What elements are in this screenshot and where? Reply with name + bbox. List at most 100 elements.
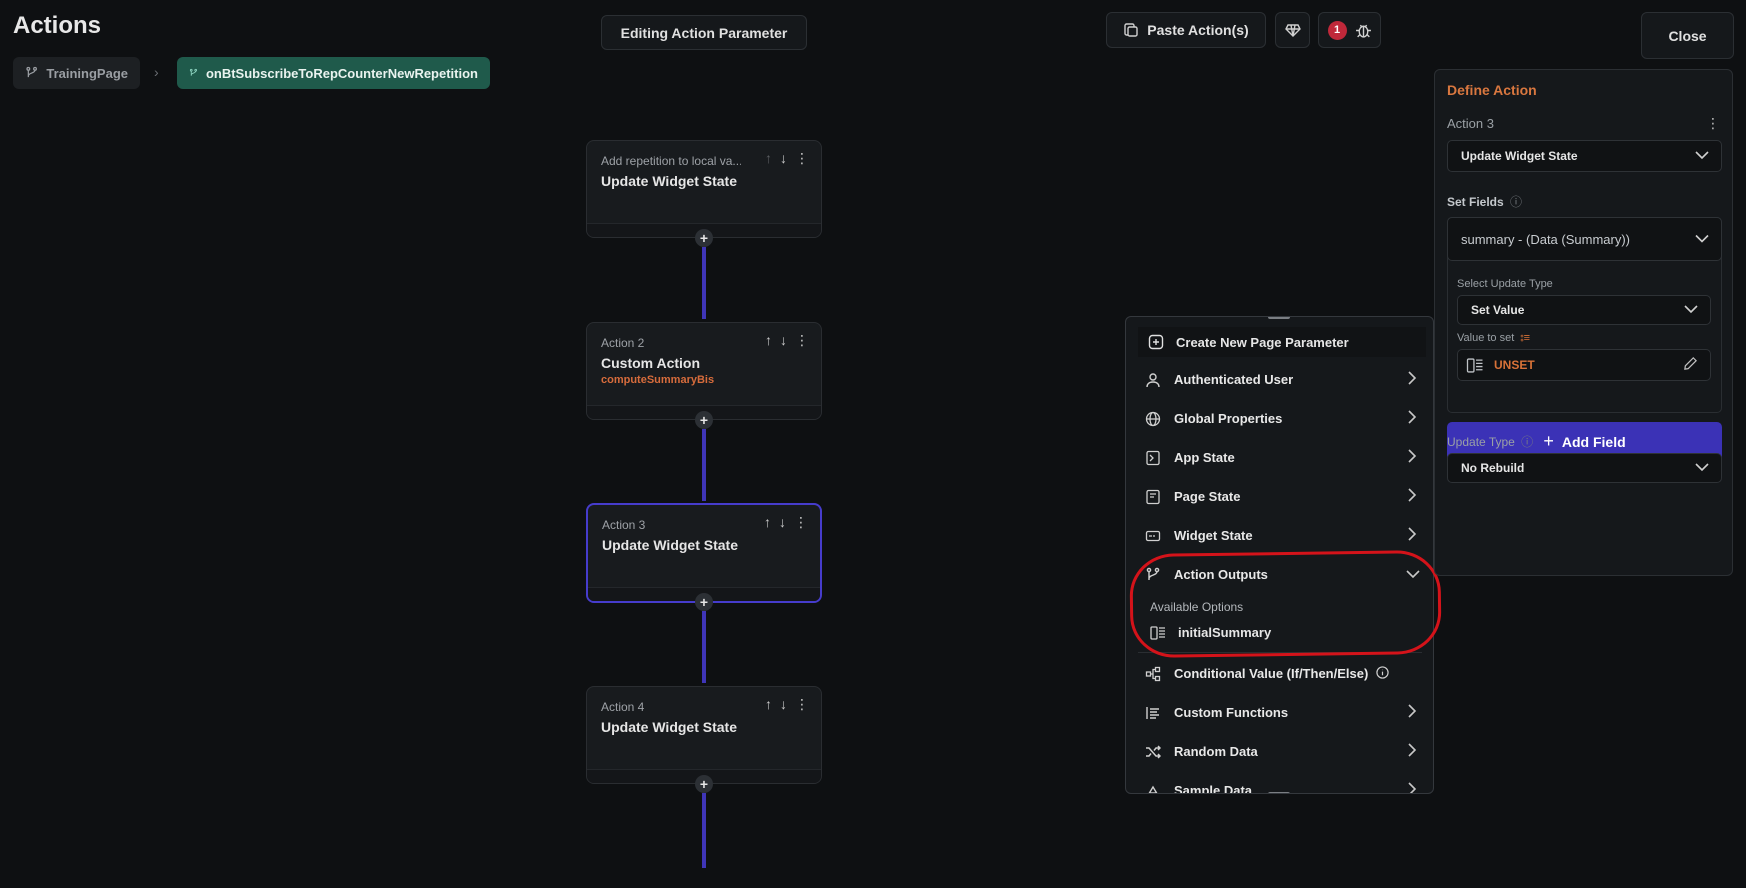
flow-connector (702, 429, 706, 501)
action-name: Action 3 (1447, 116, 1494, 131)
action-card-label: Action 3 (602, 518, 646, 532)
action-card-label: Add repetition to local va... (601, 154, 741, 168)
value-to-set-field[interactable]: UNSET (1457, 349, 1711, 381)
branch-icon (189, 68, 198, 76)
move-down-icon[interactable]: ↓ (780, 150, 787, 167)
move-down-icon[interactable]: ↓ (780, 332, 787, 349)
gem-icon (1284, 24, 1301, 37)
menu-item-sample-data[interactable]: Sample Data (1126, 771, 1433, 794)
action-type-select[interactable]: Update Widget State (1447, 140, 1722, 172)
chevron-down-icon (1695, 149, 1709, 163)
close-label: Close (1668, 27, 1707, 44)
shuffle-icon (1144, 743, 1162, 761)
move-up-icon[interactable]: ↑ (764, 514, 771, 531)
breadcrumb-trigger[interactable]: onBtSubscribeToRepCounterNewRepetition (177, 57, 490, 89)
menu-item-label: Conditional Value (If/Then/Else) (1174, 666, 1369, 681)
rebuild-type-select[interactable]: No Rebuild (1447, 453, 1722, 483)
page-state-icon (1144, 488, 1162, 506)
branch-icon (26, 66, 37, 78)
chevron-right-icon (1407, 448, 1417, 467)
chevron-down-icon (1684, 303, 1698, 317)
move-up-icon[interactable]: ↑ (765, 332, 772, 349)
info-icon[interactable] (1376, 665, 1389, 682)
update-type-select[interactable]: Set Value (1457, 295, 1711, 325)
kebab-menu-icon[interactable]: ⋮ (795, 150, 809, 167)
debug-button[interactable]: 1 (1318, 12, 1381, 48)
action-card-1[interactable]: Add repetition to local va... Update Wid… (586, 140, 822, 238)
field-value: summary - (Data (Summary)) (1461, 231, 1631, 247)
action-type-value: Update Widget State (1461, 149, 1578, 163)
chevron-right-icon (1407, 487, 1417, 506)
highlight-annotation (1129, 549, 1442, 659)
menu-item-label: Global Properties (1174, 411, 1283, 426)
add-action-button[interactable]: + (695, 229, 713, 247)
value-to-set-value: UNSET (1494, 358, 1535, 372)
chevron-right-icon (1407, 370, 1417, 389)
kebab-menu-icon[interactable]: ⋮ (1706, 115, 1720, 132)
menu-item-widget-state[interactable]: Widget State (1126, 516, 1433, 555)
add-action-button[interactable]: + (695, 411, 713, 429)
menu-item-label: Page State (1174, 489, 1241, 504)
menu-item-authenticated-user[interactable]: Authenticated User (1126, 360, 1433, 399)
kebab-menu-icon[interactable]: ⋮ (795, 696, 809, 713)
conditional-icon (1144, 665, 1162, 683)
breadcrumb-page-label: TrainingPage (46, 65, 128, 81)
flow-connector (702, 611, 706, 683)
resize-handle[interactable] (1268, 792, 1290, 793)
sample-icon (1144, 782, 1162, 793)
editing-label: Editing Action Parameter (620, 24, 788, 41)
breadcrumb-page[interactable]: TrainingPage (13, 57, 140, 89)
field-select[interactable]: summary - (Data (Summary)) (1447, 217, 1722, 261)
flow-connector (702, 793, 706, 868)
menu-item-label: Sample Data (1174, 783, 1253, 794)
info-icon[interactable]: ⓘ (1510, 195, 1522, 209)
plus-square-icon (1148, 334, 1164, 350)
data-struct-icon (1466, 357, 1483, 373)
chevron-right-icon (1407, 409, 1417, 428)
action-card-3[interactable]: Action 3 Update Widget State ↑ ↓ ⋮ (586, 503, 822, 603)
menu-item-label: Custom Functions (1174, 705, 1289, 720)
action-card-2[interactable]: Action 2 Custom Action computeSummaryBis… (586, 322, 822, 420)
page-title: Actions (13, 12, 102, 39)
action-card-label: Action 4 (601, 700, 645, 714)
globe-icon (1144, 410, 1162, 428)
create-page-parameter-item[interactable]: Create New Page Parameter (1138, 327, 1426, 357)
menu-item-random-data[interactable]: Random Data (1126, 732, 1433, 771)
update-type-label: Update Type ⓘ (1447, 435, 1534, 449)
resize-handle[interactable] (1268, 317, 1290, 319)
menu-item-label: Authenticated User (1174, 372, 1294, 387)
kebab-menu-icon[interactable]: ⋮ (794, 514, 808, 531)
set-field-group: summary - (Data (Summary)) Select Update… (1447, 217, 1722, 413)
paste-actions-button[interactable]: Paste Action(s) (1106, 12, 1266, 48)
close-button[interactable]: Close (1641, 12, 1734, 59)
action-card-4[interactable]: Action 4 Update Widget State ↑ ↓ ⋮ (586, 686, 822, 784)
add-field-label: Add Field (1561, 433, 1626, 450)
gem-button[interactable] (1275, 12, 1310, 48)
panel-title: Define Action (1447, 82, 1537, 98)
chevron-down-icon (1695, 461, 1709, 475)
chevron-right-icon: › (154, 64, 159, 80)
move-up-icon: ↑ (765, 150, 772, 166)
menu-item-app-state[interactable]: App State (1126, 438, 1433, 477)
menu-item-global-properties[interactable]: Global Properties (1126, 399, 1433, 438)
define-action-panel: Define Action Action 3 ⋮ Update Widget S… (1434, 69, 1733, 576)
chevron-right-icon (1407, 781, 1417, 793)
move-down-icon[interactable]: ↓ (779, 514, 786, 531)
menu-item-conditional-value[interactable]: Conditional Value (If/Then/Else) (1126, 654, 1433, 693)
kebab-menu-icon[interactable]: ⋮ (795, 332, 809, 349)
edit-icon[interactable] (1683, 356, 1698, 374)
chevron-down-icon (1695, 232, 1709, 247)
issue-count-badge: 1 (1327, 20, 1347, 40)
menu-item-page-state[interactable]: Page State (1126, 477, 1433, 516)
chevron-right-icon (1407, 526, 1417, 545)
add-action-button[interactable]: + (695, 593, 713, 611)
breadcrumb-trigger-label: onBtSubscribeToRepCounterNewRepetition (205, 65, 478, 81)
editing-action-parameter-button[interactable]: Editing Action Parameter (601, 15, 807, 50)
action-card-title: Update Widget State (601, 719, 737, 735)
menu-item-custom-functions[interactable]: Custom Functions (1126, 693, 1433, 732)
add-action-button[interactable]: + (695, 775, 713, 793)
action-card-label: Action 2 (601, 336, 645, 350)
move-up-icon[interactable]: ↑ (765, 696, 772, 713)
move-down-icon[interactable]: ↓ (780, 696, 787, 713)
info-icon[interactable]: ⓘ (1521, 435, 1533, 449)
